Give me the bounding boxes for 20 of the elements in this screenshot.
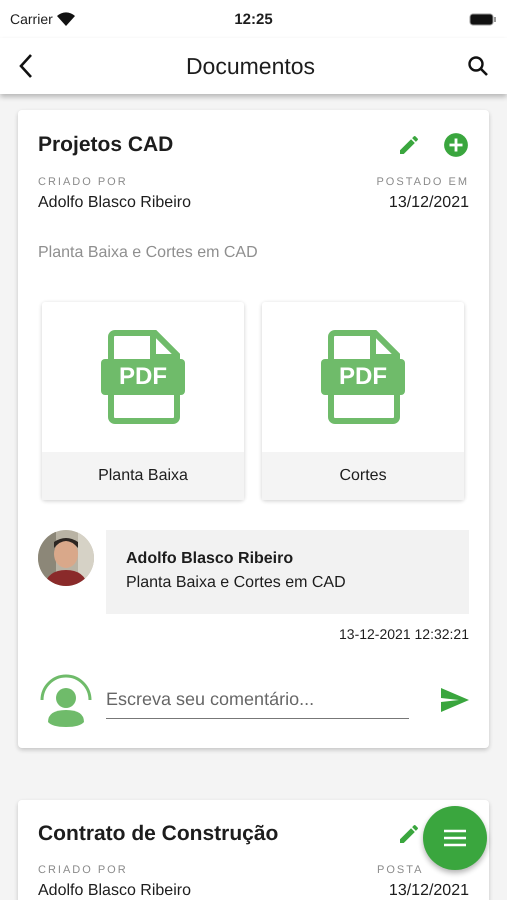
comment-timestamp: 13-12-2021 12:32:21 bbox=[338, 626, 469, 642]
page-title: Documentos bbox=[186, 52, 316, 80]
card-description: Planta Baixa e Cortes em CAD bbox=[38, 244, 259, 262]
document-tile[interactable]: PDF Planta Baixa bbox=[42, 302, 244, 500]
field-label: CRIADO POR bbox=[38, 864, 129, 876]
posted-date: 13/12/2021 bbox=[388, 194, 469, 212]
field-label: POSTADO EM bbox=[376, 176, 469, 188]
document-tile[interactable]: PDF Cortes bbox=[262, 302, 464, 500]
author-name: Adolfo Blasco Ribeiro bbox=[38, 194, 191, 212]
field-label: POSTA bbox=[377, 864, 424, 876]
field-label: CRIADO POR bbox=[38, 176, 129, 188]
comment-author: Adolfo Blasco Ribeiro bbox=[126, 550, 294, 568]
clock: 12:25 bbox=[234, 10, 273, 28]
comment-input[interactable]: Escreva seu comentário... bbox=[106, 681, 409, 719]
card-title: Projetos CAD bbox=[38, 133, 174, 157]
author-name: Adolfo Blasco Ribeiro bbox=[38, 882, 191, 900]
card-title: Contrato de Construção bbox=[38, 822, 278, 846]
carrier-label: Carrier bbox=[10, 11, 53, 27]
comment-text: Planta Baixa e Cortes em CAD bbox=[126, 574, 347, 592]
posted-date: 13/12/2021 bbox=[388, 882, 469, 900]
